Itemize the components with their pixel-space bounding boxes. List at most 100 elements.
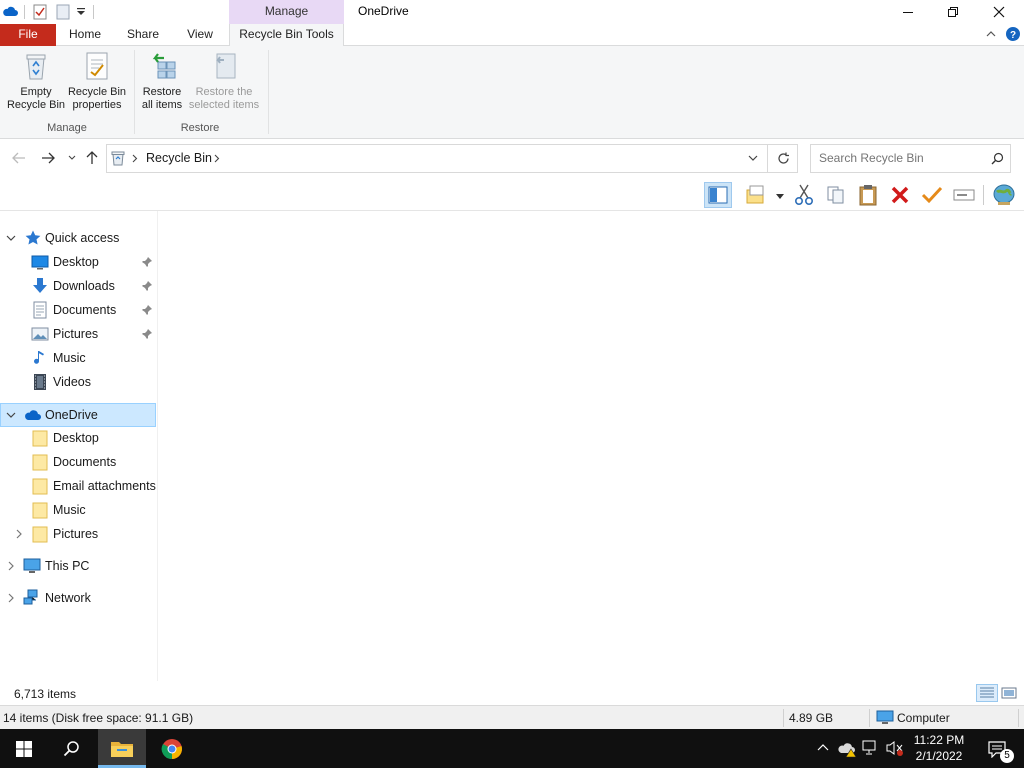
chrome-taskbar-button[interactable] (148, 729, 196, 768)
ribbon-tab-row: File Home Share View Recycle Bin Tools ? (0, 24, 1024, 47)
refresh-button[interactable] (768, 144, 798, 173)
address-area: Recycle Bin (0, 139, 1024, 179)
qat-separator (93, 5, 94, 19)
toolbar (0, 179, 1024, 211)
nav-quick-access[interactable]: Quick access (0, 226, 157, 250)
nav-qa-pictures[interactable]: Pictures (0, 322, 157, 346)
details-view-button[interactable] (976, 684, 998, 702)
delete-button[interactable] (886, 182, 914, 208)
back-arrow-icon[interactable] (12, 152, 26, 164)
paste-button[interactable] (854, 182, 882, 208)
file-list-area[interactable] (158, 211, 1024, 681)
address-dropdown-icon[interactable] (748, 155, 758, 162)
folder-icon (31, 501, 49, 519)
nav-onedrive[interactable]: OneDrive (0, 403, 156, 427)
tab-share[interactable]: Share (120, 24, 166, 46)
chevron-down-icon[interactable] (5, 409, 17, 421)
pin-icon[interactable] (141, 280, 153, 292)
nav-qa-videos[interactable]: Videos (0, 370, 157, 394)
restore-button[interactable] (930, 0, 976, 24)
breadcrumb-chevron-icon[interactable] (132, 154, 138, 163)
ribbon: Empty Recycle Bin Recycle Bin properties… (0, 46, 1024, 139)
large-icons-view-button[interactable] (1001, 686, 1017, 700)
new-folder-icon[interactable] (56, 4, 70, 20)
up-arrow-icon[interactable] (86, 151, 98, 165)
customize-qat-icon[interactable] (76, 8, 86, 16)
forward-arrow-icon[interactable] (41, 152, 55, 164)
tab-view[interactable]: View (178, 24, 222, 46)
clock-time: 11:22 PM (913, 733, 965, 747)
volume-muted-icon[interactable] (886, 740, 904, 756)
tab-recycle-bin-tools[interactable]: Recycle Bin Tools (229, 24, 344, 47)
nav-od-pictures[interactable]: Pictures (0, 522, 157, 546)
nav-label: Documents (53, 303, 117, 317)
scissors-icon (794, 184, 814, 206)
film-icon (31, 373, 49, 391)
empty-recycle-bin-button[interactable]: Empty Recycle Bin (4, 50, 68, 112)
nav-qa-music[interactable]: Music (0, 346, 157, 370)
cut-button[interactable] (790, 182, 818, 208)
address-bar[interactable]: Recycle Bin (106, 144, 768, 173)
restore-all-label-line2: all items (141, 99, 183, 111)
apply-button[interactable] (918, 182, 946, 208)
preview-pane-button[interactable] (704, 182, 732, 208)
pin-icon[interactable] (141, 328, 153, 340)
status-size: 4.89 GB (789, 711, 834, 725)
restore-all-items-button[interactable]: Restore all items (136, 50, 188, 112)
copy-button[interactable] (822, 182, 850, 208)
onedrive-warning-icon[interactable] (838, 740, 858, 758)
collapse-ribbon-icon[interactable] (986, 30, 996, 38)
chevron-right-icon[interactable] (5, 592, 17, 604)
properties-icon[interactable] (33, 4, 47, 20)
search-box[interactable] (810, 144, 1011, 173)
new-folder-button[interactable] (742, 182, 770, 208)
recycle-bin-properties-button[interactable]: Recycle Bin properties (66, 50, 128, 112)
action-center-button[interactable]: 5 (976, 729, 1018, 768)
chevron-right-icon[interactable] (5, 560, 17, 572)
breadcrumb-chevron-icon[interactable] (214, 154, 220, 163)
nav-qa-downloads[interactable]: Downloads (0, 274, 157, 298)
dropdown-arrow-icon[interactable] (776, 194, 784, 199)
nav-network[interactable]: Network (0, 586, 157, 610)
breadcrumb-recycle-bin[interactable]: Recycle Bin (146, 151, 212, 165)
recent-locations-icon[interactable] (68, 155, 76, 161)
status-separator (1018, 709, 1019, 727)
show-hidden-icons-icon[interactable] (817, 743, 829, 751)
network-status-icon[interactable] (862, 740, 880, 756)
status-separator (783, 709, 784, 727)
nav-od-email-attachments[interactable]: Email attachments (0, 474, 157, 498)
chevron-right-icon[interactable] (13, 528, 25, 540)
tab-file[interactable]: File (0, 24, 56, 46)
search-button[interactable] (48, 729, 96, 768)
nav-od-desktop[interactable]: Desktop (0, 426, 157, 450)
status-location: Computer (897, 711, 950, 725)
pin-icon[interactable] (141, 304, 153, 316)
document-icon (31, 301, 49, 319)
restore-all-icon (146, 50, 178, 82)
copy-icon (826, 185, 846, 205)
network-globe-button[interactable] (990, 182, 1018, 208)
navigation-pane: Quick access Desktop Downloads Documents (0, 211, 157, 681)
rename-button[interactable] (950, 182, 978, 208)
system-clock[interactable]: 11:22 PM 2/1/2022 (906, 732, 972, 764)
folder-icon (31, 429, 49, 447)
start-button[interactable] (0, 729, 48, 768)
refresh-icon (777, 152, 790, 165)
restore-selected-items-button[interactable]: Restore the selected items (186, 50, 262, 112)
nav-od-music[interactable]: Music (0, 498, 157, 522)
pin-icon[interactable] (141, 256, 153, 268)
nav-od-documents[interactable]: Documents (0, 450, 157, 474)
manage-group-label: Manage (47, 122, 87, 134)
nav-this-pc[interactable]: This PC (0, 554, 157, 578)
search-icon[interactable] (991, 152, 1004, 165)
computer-icon (23, 557, 41, 575)
nav-qa-documents[interactable]: Documents (0, 298, 157, 322)
search-input[interactable] (819, 151, 984, 165)
tab-home[interactable]: Home (62, 24, 108, 46)
nav-qa-desktop[interactable]: Desktop (0, 250, 157, 274)
chevron-down-icon[interactable] (5, 232, 17, 244)
help-icon[interactable]: ? (1005, 26, 1021, 42)
file-explorer-taskbar-button[interactable] (98, 729, 146, 768)
close-button[interactable] (976, 0, 1022, 24)
minimize-button[interactable] (885, 0, 931, 24)
